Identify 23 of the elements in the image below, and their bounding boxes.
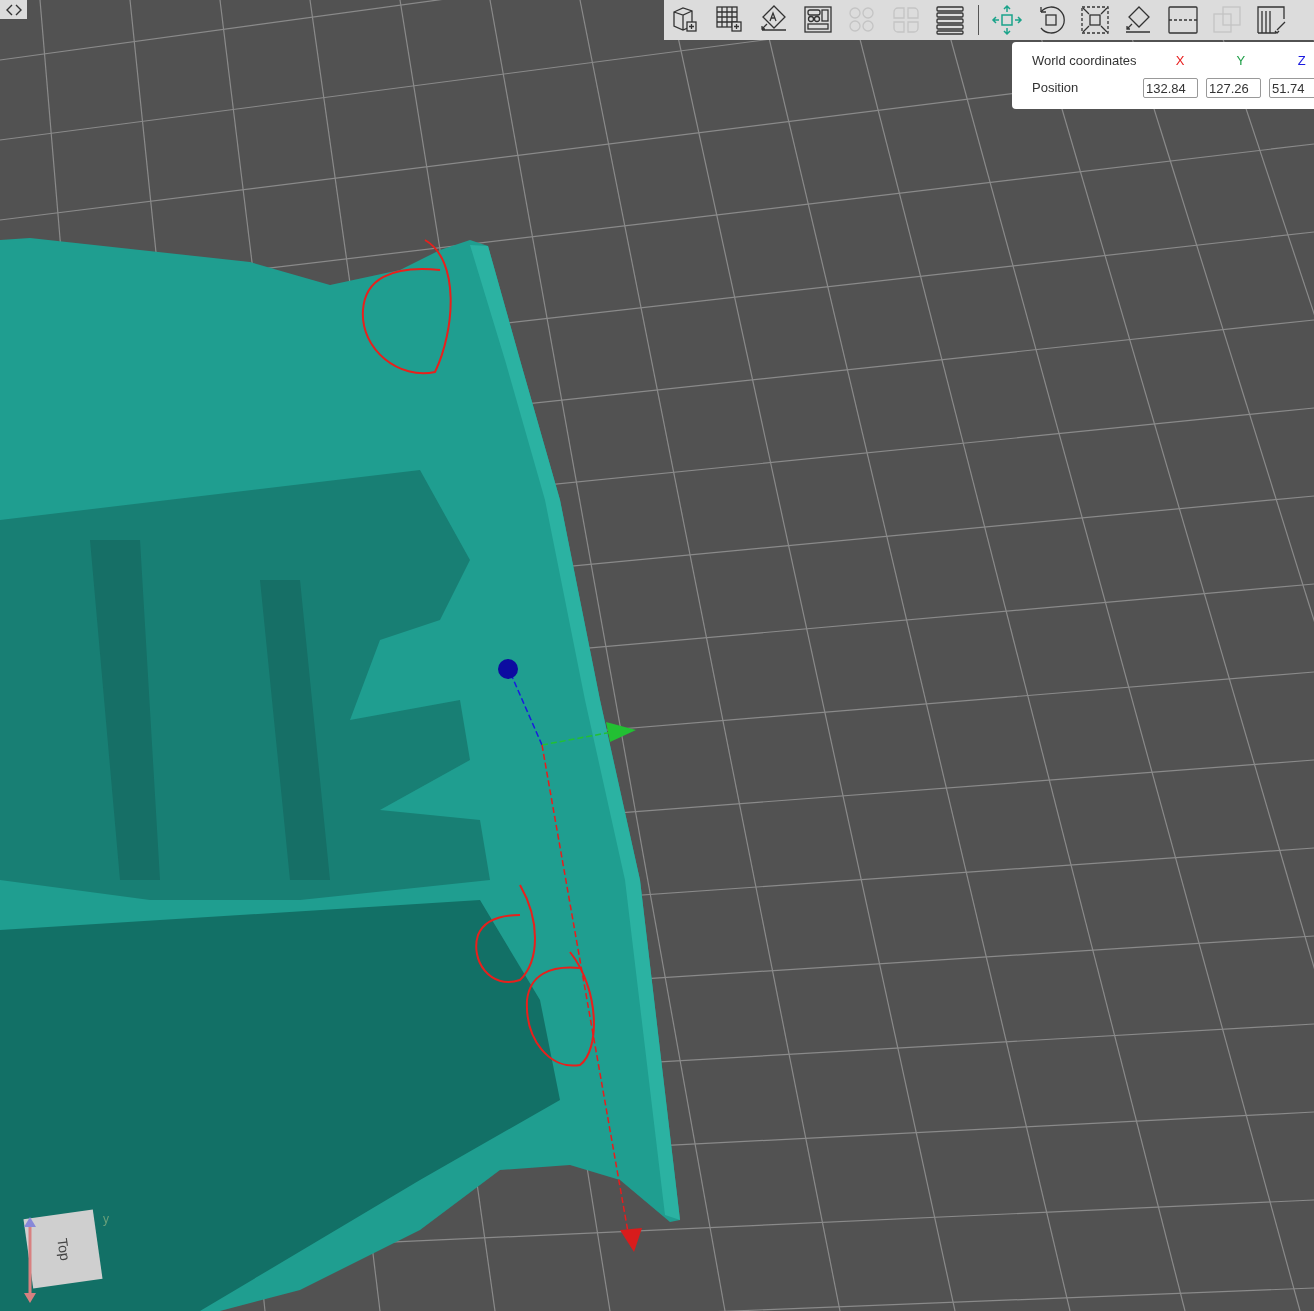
move-arrows-icon bbox=[991, 4, 1023, 36]
split-rectangle-icon bbox=[1167, 4, 1199, 36]
row-label: Position bbox=[1032, 79, 1080, 98]
coordinate-input[interactable]: 127.26 bbox=[1206, 78, 1261, 98]
axis-label: Z bbox=[1296, 52, 1307, 71]
toolbar-divider bbox=[978, 5, 979, 35]
coordinate-input[interactable]: 51.74 bbox=[1269, 78, 1314, 98]
code-brackets-icon bbox=[5, 3, 22, 16]
toolbar-button[interactable] bbox=[1079, 4, 1111, 36]
axis-label: y bbox=[103, 1211, 109, 1228]
stacked-bars-icon bbox=[934, 4, 966, 36]
cube-face-label: Top bbox=[53, 1236, 74, 1262]
toolbar-button[interactable] bbox=[802, 4, 834, 36]
quadrants-icon bbox=[890, 4, 922, 36]
coordinate-input[interactable]: 132.84 bbox=[1143, 78, 1198, 98]
axis-label: X bbox=[1174, 52, 1186, 71]
panel-title: World coordinates bbox=[1032, 52, 1138, 71]
toolbar-button[interactable] bbox=[1167, 4, 1199, 36]
layout-icon bbox=[802, 4, 834, 36]
axis-label: Y bbox=[1235, 52, 1247, 71]
scale-icon bbox=[1079, 4, 1111, 36]
expand-toggle[interactable] bbox=[0, 0, 27, 19]
toolbar-button[interactable] bbox=[934, 4, 966, 36]
